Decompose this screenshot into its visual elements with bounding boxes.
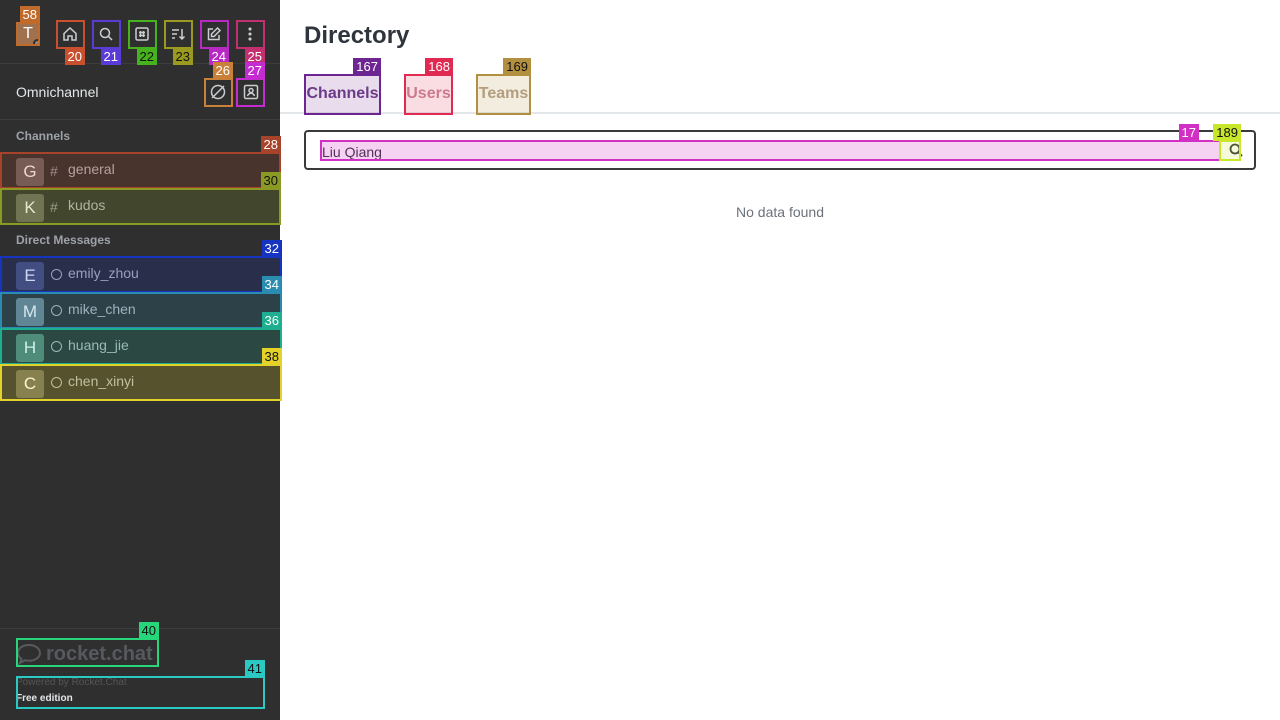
powered-by-link[interactable]: Powered by Rocket.Chat Free edition [16,677,264,709]
hashtag-icon: # [50,199,58,215]
offline-status-icon [51,341,62,352]
status-indicator [33,39,42,48]
home-button[interactable] [56,20,84,48]
sidebar-item-kudos[interactable]: K # kudos [0,188,280,224]
search-submit[interactable] [1228,142,1246,160]
search-box [304,130,1256,170]
home-icon [63,26,77,41]
tab-teams[interactable]: Teams [476,74,531,114]
sidebar-item-emily-zhou[interactable]: E emily_zhou [0,256,280,292]
hashtag-icon: # [50,163,58,179]
room-label: emily_zhou [68,265,139,281]
sidebar: T Omnichannel Channels G # general K # k… [0,0,280,720]
contact-book-icon [243,84,259,100]
directory-icon [135,27,149,41]
search-button[interactable] [92,20,120,48]
empty-state-message: No data found [736,204,824,220]
room-label: huang_jie [68,337,129,353]
sidebar-topbar: T [0,0,280,64]
user-avatar-initial: T [23,25,33,42]
more-options-button[interactable] [236,20,264,48]
powered-by-text: Powered by Rocket.Chat [16,677,127,688]
sort-button[interactable] [164,20,192,48]
no-service-icon [210,84,226,100]
search-input[interactable] [322,142,1222,162]
dm-section-title: Direct Messages [16,233,111,247]
edition-text: Free edition [16,693,73,704]
offline-status-icon [51,305,62,316]
sidebar-item-huang-jie[interactable]: H huang_jie [0,328,280,364]
room-avatar: G [16,158,44,186]
search-icon [1229,143,1243,157]
channels-section-title: Channels [16,129,71,143]
user-avatar[interactable]: T [16,22,42,48]
room-avatar: K [16,194,44,222]
rocket-chat-logo[interactable]: rocket.chat [16,639,158,669]
omnichannel-availability-button[interactable] [204,78,232,106]
tab-users[interactable]: Users [404,74,453,114]
pencil-box-icon [207,26,222,41]
offline-status-icon [51,269,62,280]
omnichannel-label: Omnichannel [16,84,99,100]
room-label: mike_chen [68,301,136,317]
rocket-chat-logo-icon [16,643,42,665]
contact-center-button[interactable] [237,78,265,106]
room-avatar: H [16,334,44,362]
directory-button[interactable] [128,20,156,48]
sidebar-footer: rocket.chat Powered by Rocket.Chat Free … [0,628,280,720]
room-label: general [68,161,115,177]
omnichannel-section: Omnichannel [0,64,280,120]
tab-channels[interactable]: Channels [304,74,381,114]
sidebar-item-chen-xinyi[interactable]: C chen_xinyi [0,364,280,400]
sidebar-item-general[interactable]: G # general [0,152,280,188]
directory-page: Directory Channels Users Teams No data f… [280,0,1280,720]
create-new-button[interactable] [200,20,228,48]
room-avatar: E [16,262,44,290]
page-title: Directory [304,22,410,49]
directory-tabs: Channels Users Teams [280,74,1280,114]
sidebar-item-mike-chen[interactable]: M mike_chen [0,292,280,328]
search-icon [99,27,113,41]
room-label: chen_xinyi [68,373,135,389]
room-avatar: C [16,370,44,398]
room-avatar: M [16,298,44,326]
offline-status-icon [51,377,62,388]
room-label: kudos [68,197,106,213]
kebab-menu-icon [248,27,252,41]
brand-text: rocket.chat [46,643,153,665]
sort-icon [172,29,186,41]
